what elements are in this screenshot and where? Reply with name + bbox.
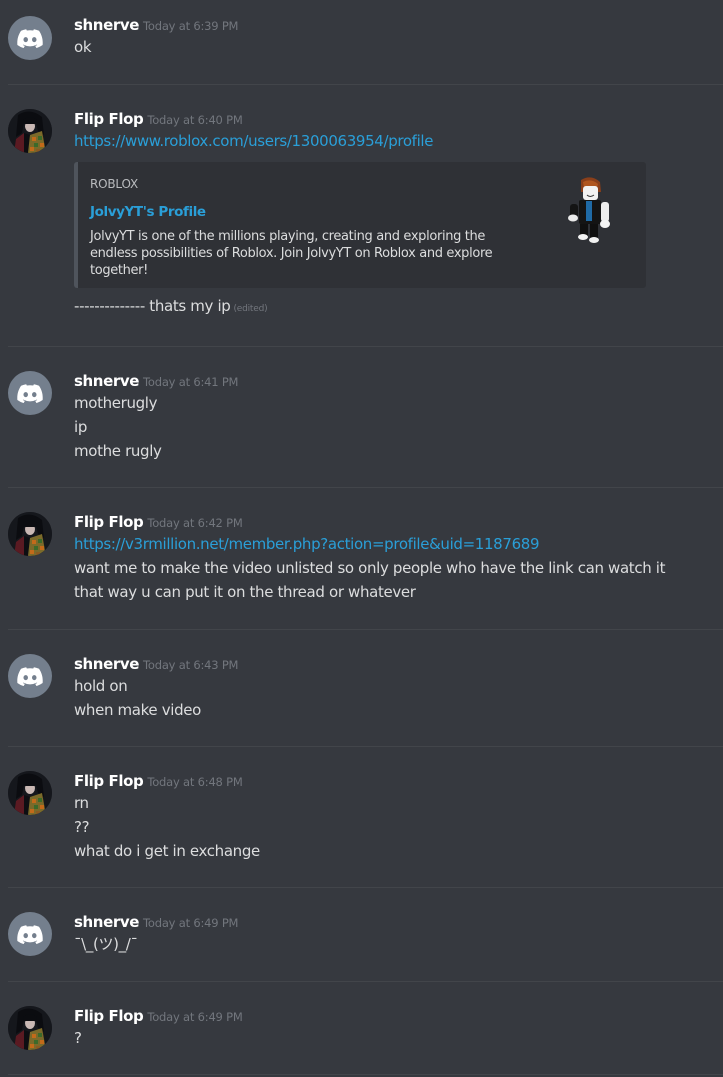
avatar[interactable] — [8, 1006, 52, 1050]
message-text: -------------- thats my ip — [74, 297, 231, 315]
message-text: mothe rugly — [74, 442, 162, 460]
message-text: motherugly — [74, 394, 158, 412]
avatar[interactable] — [8, 16, 52, 60]
message-link[interactable]: https://www.roblox.com/users/1300063954/… — [74, 132, 433, 150]
discord-logo-icon — [17, 667, 43, 686]
message-divider — [8, 887, 723, 888]
message-text: ¯\_(ツ)_/¯ — [74, 935, 138, 953]
timestamp: Today at 6:43 PM — [143, 658, 239, 672]
edited-label: (edited) — [233, 304, 268, 314]
username[interactable]: Flip Flop — [74, 513, 144, 531]
username[interactable]: Flip Flop — [74, 1007, 144, 1025]
discord-logo-icon — [17, 925, 43, 944]
avatar[interactable] — [8, 654, 52, 698]
username[interactable]: Flip Flop — [74, 772, 144, 790]
timestamp: Today at 6:48 PM — [147, 775, 243, 789]
avatar[interactable] — [8, 771, 52, 815]
timestamp: Today at 6:41 PM — [143, 375, 239, 389]
username[interactable]: Flip Flop — [74, 110, 144, 128]
anime-character-avatar-icon — [8, 512, 52, 556]
message-divider — [8, 1074, 723, 1075]
username[interactable]: shnerve — [74, 16, 139, 34]
message-text: that way u can put it on the thread or w… — [74, 583, 416, 601]
message-divider — [8, 746, 723, 747]
message-text: when make video — [74, 701, 201, 719]
message-text: want me to make the video unlisted so on… — [74, 559, 666, 577]
anime-character-avatar-icon — [8, 109, 52, 153]
timestamp: Today at 6:40 PM — [147, 113, 243, 127]
message-text: rn — [74, 794, 89, 812]
message-text: hold on — [74, 677, 128, 695]
message-text: ? — [74, 1029, 82, 1047]
embed-title-link[interactable]: JolvyYT's Profile — [90, 204, 206, 220]
message-divider — [8, 346, 723, 347]
avatar[interactable] — [8, 371, 52, 415]
message-text: ip — [74, 418, 87, 436]
message-text: ok — [74, 38, 92, 56]
username[interactable]: shnerve — [74, 913, 139, 931]
timestamp: Today at 6:42 PM — [147, 516, 243, 530]
avatar[interactable] — [8, 109, 52, 153]
message-link[interactable]: https://v3rmillion.net/member.php?action… — [74, 535, 540, 553]
message-text: what do i get in exchange — [74, 842, 260, 860]
link-embed: ROBLOX JolvyYT's Profile JolvyYT is one … — [74, 162, 646, 288]
username[interactable]: shnerve — [74, 655, 139, 673]
timestamp: Today at 6:49 PM — [143, 916, 239, 930]
timestamp: Today at 6:49 PM — [147, 1010, 243, 1024]
anime-character-avatar-icon — [8, 771, 52, 815]
discord-logo-icon — [17, 384, 43, 403]
embed-provider: ROBLOX — [90, 177, 138, 191]
avatar[interactable] — [8, 912, 52, 956]
message-divider — [8, 487, 723, 488]
username[interactable]: shnerve — [74, 372, 139, 390]
timestamp: Today at 6:39 PM — [143, 19, 239, 33]
message-divider — [8, 981, 723, 982]
message-text: ?? — [74, 818, 90, 836]
roblox-avatar-thumbnail-icon[interactable] — [564, 176, 620, 248]
anime-character-avatar-icon — [8, 1006, 52, 1050]
message-divider — [8, 629, 723, 630]
message-divider — [8, 84, 723, 85]
avatar[interactable] — [8, 512, 52, 556]
discord-logo-icon — [17, 29, 43, 48]
embed-description: JolvyYT is one of the millions playing, … — [90, 229, 493, 278]
